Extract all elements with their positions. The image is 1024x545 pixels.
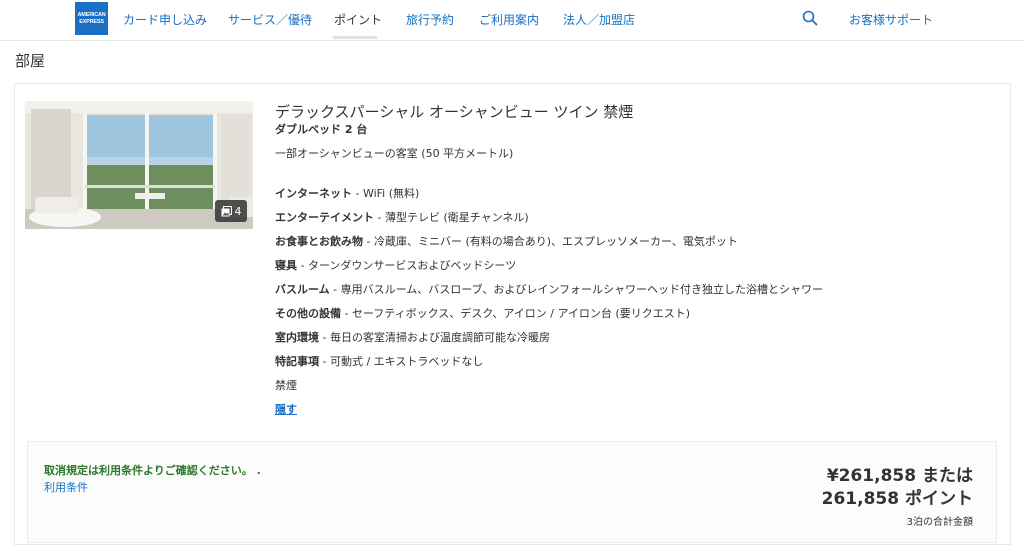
amenity-special: 特記事項 - 可動式 / エキストラベッドなし	[275, 353, 483, 369]
gallery-icon	[221, 205, 232, 216]
amenity-label: お食事とお飲み物	[275, 235, 363, 248]
amenity-label: 寝具	[275, 259, 297, 272]
terms-link[interactable]: 利用条件	[44, 479, 88, 495]
room-name: デラックスパーシャル オーシャンビュー ツイン 禁煙	[275, 103, 634, 121]
amenity-value: 禁煙	[275, 379, 297, 392]
amenity-label: 特記事項	[275, 355, 319, 368]
search-icon[interactable]	[802, 10, 818, 26]
photo-count: 4	[234, 204, 242, 218]
amenity-value: - 毎日の客室清掃および温度調節可能な冷暖房	[319, 331, 550, 344]
logo-line2: EXPRESS	[79, 18, 104, 25]
price-note: 3泊の合計金額	[906, 517, 973, 528]
amex-logo[interactable]: AMERICAN EXPRESS	[75, 2, 108, 35]
price-total: ¥261,858 または 261,858 ポイント	[822, 465, 973, 511]
amenity-label: 室内環境	[275, 331, 319, 344]
nav-item-points[interactable]: ポイント	[334, 11, 382, 28]
price-yen: ¥261,858 または	[826, 466, 973, 486]
nav-item-services[interactable]: サービス／優待	[228, 11, 312, 28]
amenity-bedding: 寝具 - ターンダウンサービスおよびベッドシーツ	[275, 257, 516, 273]
amenity-label: インターネット	[275, 187, 352, 200]
amenity-climate: 室内環境 - 毎日の客室清掃および温度調節可能な冷暖房	[275, 329, 550, 345]
nav-item-travel[interactable]: 旅行予約	[406, 11, 454, 28]
photo-count-badge[interactable]: 4	[215, 200, 247, 222]
amenity-food-drink: お食事とお飲み物 - 冷蔵庫、ミニバー (有料の場合あり)、エスプレッソメーカー…	[275, 233, 738, 249]
section-title: 部屋	[15, 52, 46, 70]
amenity-value: - 専用バスルーム、バスローブ、およびレインフォールシャワーヘッド付き独立した浴…	[329, 283, 823, 296]
amenity-value: - 可動式 / エキストラベッドなし	[319, 355, 484, 368]
price-points: 261,858 ポイント	[821, 489, 973, 509]
active-tab-indicator	[333, 36, 377, 39]
amenity-value: - WiFi (無料)	[352, 187, 420, 200]
amenity-label: その他の設備	[275, 307, 341, 320]
nav-item-business[interactable]: 法人／加盟店	[563, 11, 635, 28]
amenity-bathroom: バスルーム - 専用バスルーム、バスローブ、およびレインフォールシャワーヘッド付…	[275, 281, 823, 297]
amenity-label: エンターテイメント	[275, 211, 374, 224]
nav-item-guide[interactable]: ご利用案内	[479, 11, 539, 28]
amenity-value: - セーフティボックス、デスク、アイロン / アイロン台 (要リクエスト)	[341, 307, 690, 320]
amenity-smoking: 禁煙	[275, 377, 297, 393]
amenity-entertainment: エンターテイメント - 薄型テレビ (衛星チャンネル)	[275, 209, 529, 225]
logo-line1: AMERICAN	[77, 11, 106, 18]
amenity-value: - 薄型テレビ (衛星チャンネル)	[374, 211, 529, 224]
amenity-value: - ターンダウンサービスおよびベッドシーツ	[297, 259, 517, 272]
cancellation-note: 取消規定は利用条件よりご確認ください。 .	[44, 464, 261, 477]
amenity-value: - 冷蔵庫、ミニバー (有料の場合あり)、エスプレッソメーカー、電気ポット	[363, 235, 738, 248]
nav-item-card-apply[interactable]: カード申し込み	[123, 11, 207, 28]
top-nav-bar: AMERICAN EXPRESS カード申し込み サービス／優待 ポイント 旅行…	[0, 0, 1024, 41]
bed-type: ダブルベッド 2 台	[275, 123, 368, 136]
amenity-internet: インターネット - WiFi (無料)	[275, 185, 419, 201]
amenity-label: バスルーム	[275, 283, 330, 296]
room-description: 一部オーシャンビューの客室 (50 平方メートル)	[275, 147, 514, 160]
hide-details-link[interactable]: 隠す	[275, 401, 297, 417]
amenity-other: その他の設備 - セーフティボックス、デスク、アイロン / アイロン台 (要リク…	[275, 305, 690, 321]
nav-support[interactable]: お客様サポート	[849, 11, 933, 28]
